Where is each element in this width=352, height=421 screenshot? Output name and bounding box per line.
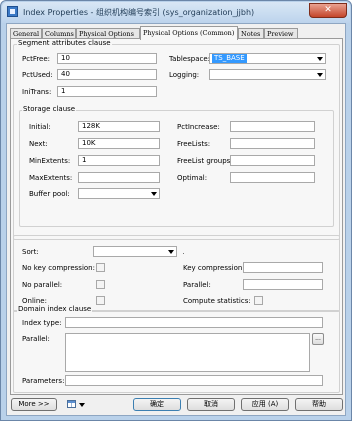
pctincrease-field[interactable] — [230, 121, 315, 132]
pctfree-label: PctFree: — [22, 55, 51, 63]
buffer-pool-label: Buffer pool: — [29, 190, 70, 198]
close-button[interactable]: ✕ — [309, 3, 347, 18]
app-icon — [7, 6, 18, 17]
compute-statistics-label: Compute statistics: — [183, 297, 251, 305]
next-label: Next: — [29, 140, 48, 148]
parallel-label: Parallel: — [183, 281, 211, 289]
chevron-down-icon — [317, 73, 323, 77]
initial-label: Initial: — [29, 123, 51, 131]
chevron-down-icon[interactable] — [79, 403, 85, 407]
freelists-label: FreeLists: — [177, 140, 211, 148]
resize-dot — [183, 253, 184, 254]
minextents-label: MinExtents: — [29, 157, 71, 165]
key-compression-field[interactable] — [243, 262, 323, 273]
title-bar[interactable]: Index Properties - 组织机构编号索引 (sys_organiz… — [2, 2, 350, 23]
no-key-compression-checkbox[interactable] — [96, 263, 105, 272]
parameters-field[interactable] — [65, 375, 323, 386]
maxextents-field[interactable] — [78, 172, 160, 183]
ellipsis-button[interactable]: ... — [312, 333, 324, 345]
more-button[interactable]: More >> — [11, 398, 57, 411]
cancel-button[interactable]: 取消 — [187, 398, 235, 411]
pctincrease-label: PctIncrease: — [177, 123, 220, 131]
minextents-field[interactable]: 1 — [78, 155, 160, 166]
online-label: Online: — [22, 297, 47, 305]
tab-page: Segment attributes clause PctFree: 10 Pc… — [10, 38, 343, 395]
no-parallel-checkbox[interactable] — [96, 280, 105, 289]
window-title: Index Properties - 组织机构编号索引 (sys_organiz… — [23, 8, 255, 17]
optimal-field[interactable] — [230, 172, 315, 183]
tab-physical-options-common[interactable]: Physical Options (Common) — [140, 26, 238, 40]
next-field[interactable]: 10K — [78, 138, 160, 149]
no-key-compression-label: No key compression: — [22, 264, 95, 272]
pctfree-field[interactable]: 10 — [57, 53, 157, 64]
dialog-client: General Columns Physical Options Physica… — [6, 23, 346, 416]
freelist-groups-label: FreeList groups: — [177, 157, 233, 165]
online-checkbox[interactable] — [96, 296, 105, 305]
buffer-pool-dropdown[interactable] — [78, 188, 160, 199]
parameters-label: Parameters: — [22, 377, 65, 385]
tablespace-selected-value: TS_BASE — [212, 54, 247, 63]
apply-button[interactable]: 应用 (A) — [241, 398, 289, 411]
logging-dropdown[interactable] — [209, 69, 326, 80]
chevron-down-icon — [151, 192, 157, 196]
index-type-label: Index type: — [22, 319, 62, 327]
freelists-field[interactable] — [230, 138, 315, 149]
chevron-down-icon — [168, 250, 174, 254]
freelist-groups-field[interactable] — [230, 155, 315, 166]
storage-clause-legend: Storage clause — [22, 105, 77, 113]
chevron-down-icon — [317, 57, 323, 61]
initial-field[interactable]: 128K — [78, 121, 160, 132]
ok-button[interactable]: 确定 — [133, 398, 181, 411]
tablespace-dropdown[interactable]: TS_BASE — [209, 53, 326, 64]
tablespace-label: Tablespace: — [169, 55, 210, 63]
logging-label: Logging: — [169, 71, 200, 79]
key-compression-label: Key compression: — [183, 264, 245, 272]
grid-icon[interactable] — [67, 400, 76, 408]
optimal-label: Optimal: — [177, 174, 208, 182]
index-type-field[interactable] — [65, 317, 323, 328]
pctused-field[interactable]: 40 — [57, 69, 157, 80]
no-parallel-label: No parallel: — [22, 281, 63, 289]
domain-parallel-textarea[interactable] — [65, 333, 310, 372]
pctused-label: PctUsed: — [22, 71, 53, 79]
sort-dropdown[interactable] — [93, 246, 177, 257]
initrans-field[interactable]: 1 — [57, 86, 157, 97]
help-button[interactable]: 帮助 — [295, 398, 343, 411]
domain-parallel-label: Parallel: — [22, 335, 50, 343]
segment-attributes-legend: Segment attributes clause — [17, 39, 112, 47]
initrans-label: IniTrans: — [22, 88, 52, 96]
index-properties-window: Index Properties - 组织机构编号索引 (sys_organiz… — [0, 0, 352, 421]
sort-label: Sort: — [22, 248, 39, 256]
domain-index-legend: Domain index clause — [17, 305, 93, 313]
maxextents-label: MaxExtents: — [29, 174, 73, 182]
compute-statistics-checkbox[interactable] — [254, 296, 263, 305]
parallel-field[interactable] — [243, 279, 323, 290]
